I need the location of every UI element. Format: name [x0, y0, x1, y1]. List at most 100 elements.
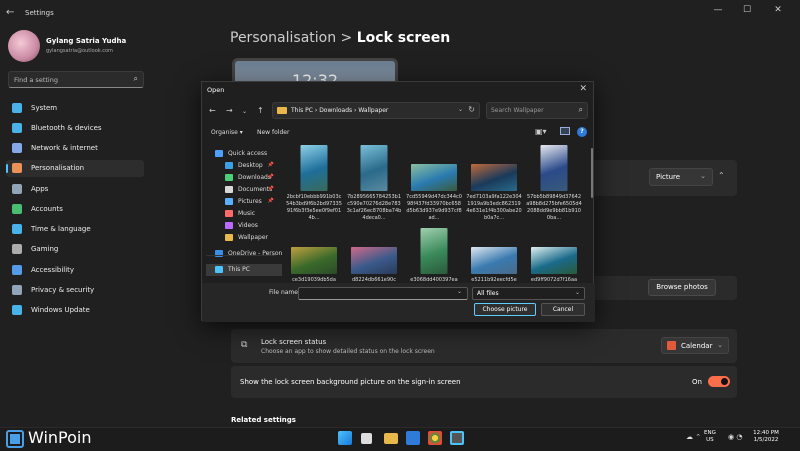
settings-taskbar-icon[interactable] [450, 431, 464, 445]
file-tile[interactable]: ed9ff9072d7f16aa [524, 225, 584, 282]
file-tile[interactable]: d8224db661e90c [344, 225, 404, 282]
recent-locations-chevron-icon[interactable]: ⌄ [242, 108, 247, 115]
language-indicator[interactable]: ENG US [704, 430, 716, 444]
cancel-button[interactable]: Cancel [541, 303, 585, 316]
preview-pane-icon[interactable] [560, 127, 570, 135]
filename-input[interactable] [298, 287, 468, 300]
chevron-up-icon[interactable]: ⌃ [718, 171, 725, 180]
nav-pane-item[interactable]: Music [206, 208, 282, 220]
nav-pane-item[interactable]: Downloads 📌 [206, 172, 282, 184]
folder-icon [225, 198, 233, 205]
signin-background-toggle[interactable] [708, 376, 730, 387]
file-tile[interactable]: 57bb5b89849d37642a98b8d275bfe6505d42088d… [524, 142, 584, 221]
dialog-title: Open [207, 86, 225, 94]
back-arrow-icon[interactable]: ← [6, 7, 14, 18]
file-tile[interactable]: 7cd55949d47dc344c098f437fd33970bc658d5b6… [404, 142, 464, 221]
dialog-close-button[interactable]: ✕ [579, 84, 587, 94]
clock[interactable]: 12:40 PM 1/5/2022 [748, 430, 784, 444]
apps-icon [12, 184, 22, 194]
address-breadcrumb[interactable]: This PC › Downloads › Wallpaper [291, 107, 388, 114]
file-tile[interactable]: 7ed7103a9fa122e3041919a9b3edc8623194e631… [464, 142, 524, 221]
status-app-dropdown[interactable]: Calendar ⌄ [661, 337, 729, 354]
chevron-down-icon[interactable]: ⌄ [458, 106, 463, 113]
file-type-dropdown[interactable]: All files ⌄ [472, 287, 585, 300]
store-icon[interactable] [406, 431, 420, 445]
navigation-pane: Quick access Desktop 📌 Downloads 📌 Documents 📌… [202, 142, 282, 282]
nav-pane-item[interactable]: Documents 📌 [206, 184, 282, 196]
file-name: 7ed7103a9fa122e3041919a9b3edc8623194e631… [466, 194, 522, 221]
nav-pane-item[interactable]: This PC [206, 264, 282, 276]
sidebar-item-system[interactable]: System [6, 100, 144, 117]
view-options-icon[interactable]: ▣▾ [535, 127, 547, 136]
sidebar-item-label: Accessibility [31, 266, 75, 274]
up-arrow-icon[interactable]: ↑ [257, 106, 264, 115]
vertical-scrollbar[interactable] [591, 148, 593, 198]
maximize-button[interactable]: ☐ [737, 5, 757, 15]
nav-pane-item[interactable]: Wallpaper [206, 232, 282, 244]
picture-type-dropdown[interactable]: Picture ⌄ [649, 168, 713, 186]
file-tile[interactable]: 2bcbf10ebbb991b03c54b3bd9f6b2bd9733591f6… [284, 142, 344, 221]
chevron-down-icon: ⌄ [700, 172, 706, 180]
sidebar-item-accessibility[interactable]: Accessibility [6, 262, 144, 279]
nav-divider [206, 255, 276, 256]
sidebar-item-bluetooth-devices[interactable]: Bluetooth & devices [6, 120, 144, 137]
search-input[interactable]: Find a setting ⌕ [8, 71, 144, 88]
clock-date: 1/5/2022 [753, 437, 779, 443]
sidebar-item-privacy-security[interactable]: Privacy & security [6, 282, 144, 299]
system-tray-icons[interactable]: ☁ ⌃ [686, 433, 701, 441]
organise-menu[interactable]: Organise ▾ [211, 129, 243, 136]
sidebar-item-label: Time & language [31, 225, 91, 233]
nav-pane-label: Downloads [238, 174, 271, 181]
user-email: gylangsatria@outlook.com [46, 48, 113, 54]
sidebar-item-gaming[interactable]: Gaming [6, 241, 144, 258]
folder-icon [225, 174, 233, 181]
new-folder-button[interactable]: New folder [257, 129, 289, 136]
image-thumbnail [360, 145, 388, 191]
sidebar-item-network-internet[interactable]: Network & internet [6, 140, 144, 157]
sidebar-item-apps[interactable]: Apps [6, 181, 144, 198]
forward-arrow-icon[interactable]: → [226, 106, 233, 115]
sidebar-item-windows-update[interactable]: Windows Update [6, 302, 144, 319]
file-explorer-icon[interactable] [384, 433, 398, 444]
sidebar-item-accounts[interactable]: Accounts [6, 201, 144, 218]
file-name: 2bcbf10ebbb991b03c54b3bd9f6b2bd9733591f6… [286, 194, 342, 221]
sidebar-item-time-language[interactable]: Time & language [6, 221, 144, 238]
breadcrumb-parent[interactable]: Personalisation [230, 30, 336, 46]
file-tile[interactable]: ce3d19039db5da [284, 225, 344, 282]
image-thumbnail [420, 228, 448, 274]
user-name: Gylang Satria Yudha [46, 37, 127, 45]
folder-icon [225, 186, 233, 193]
help-icon[interactable]: ? [577, 127, 587, 137]
nav-pane-item[interactable]: OneDrive - Person [206, 248, 282, 260]
choose-picture-button[interactable]: Choose picture [474, 303, 536, 316]
dialog-search-input[interactable]: Search Wallpaper ⌕ [486, 102, 588, 119]
breadcrumb-separator: > [340, 30, 353, 46]
sidebar-item-personalisation[interactable]: Personalisation [6, 160, 144, 177]
back-arrow-icon[interactable]: ← [209, 106, 216, 115]
close-button[interactable]: ✕ [768, 5, 788, 15]
network-volume-battery-icon[interactable]: ◉ ◔ [728, 433, 742, 441]
pin-icon: 📌 [267, 186, 274, 192]
chrome-icon[interactable] [428, 431, 442, 445]
avatar[interactable] [8, 30, 40, 62]
nav-pane-item[interactable]: Quick access [206, 148, 282, 160]
sidebar-item-label: Accounts [31, 205, 63, 213]
file-name: ed9ff9072d7f16aa [530, 277, 578, 282]
file-tile[interactable]: e3068dd400397ea [404, 225, 464, 282]
browse-photos-button[interactable]: Browse photos [648, 279, 716, 296]
chevron-down-icon[interactable]: ⌄ [457, 288, 462, 295]
task-view-icon[interactable] [361, 433, 372, 444]
sidebar-item-label: Apps [31, 185, 49, 193]
nav-pane-item[interactable]: Videos [206, 220, 282, 232]
file-tile[interactable]: e5211b92eecfd5e [464, 225, 524, 282]
search-icon: ⌕ [133, 74, 138, 83]
nav-pane-item[interactable]: Desktop 📌 [206, 160, 282, 172]
refresh-icon[interactable]: ↻ [468, 105, 475, 114]
minimize-button[interactable]: — [708, 5, 728, 15]
gaming-icon [12, 244, 22, 254]
address-bar[interactable]: This PC › Downloads › Wallpaper ⌄ ↻ [272, 102, 480, 119]
file-tile[interactable]: 7b2895665784253b1c590e70276d28e7833c1af2… [344, 142, 404, 221]
nav-pane-item[interactable]: Pictures 📌 [206, 196, 282, 208]
folder-icon [225, 234, 233, 241]
start-icon[interactable] [338, 431, 352, 445]
